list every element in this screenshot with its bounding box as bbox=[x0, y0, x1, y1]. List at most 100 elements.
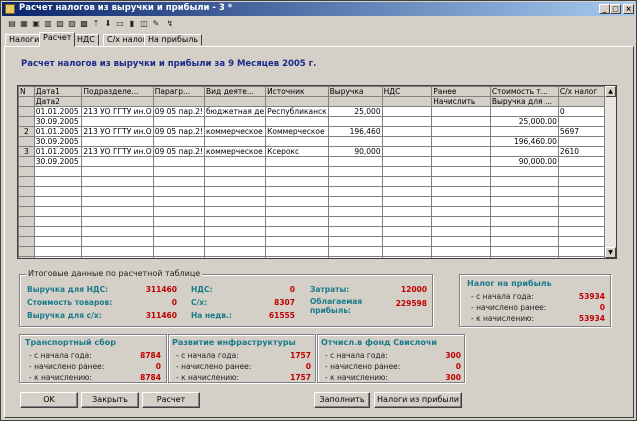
agri-revenue-value: 311460 bbox=[145, 311, 177, 320]
agri-value: 8307 bbox=[274, 298, 295, 307]
table-row[interactable]: 30.09.2005 196,460.00 bbox=[18, 136, 616, 147]
profit-ytd-value: 53934 bbox=[578, 292, 605, 301]
col-header-paragraph[interactable]: Парагр... bbox=[152, 86, 206, 97]
goods-cost-label: Стоимость товаров: bbox=[27, 298, 113, 307]
preview-icon[interactable]: ▥ bbox=[43, 18, 53, 29]
table-row[interactable]: 30.09.2005 90,000.00 bbox=[18, 156, 616, 167]
transport-ytd-value: 8784 bbox=[140, 351, 161, 360]
profit-tax-title: Налог на прибыль bbox=[467, 279, 552, 288]
table-row[interactable] bbox=[18, 206, 616, 217]
vertical-scrollbar[interactable]: ▲ ▼ bbox=[604, 86, 616, 258]
col-header-vat[interactable]: НДС bbox=[381, 86, 433, 97]
table-row[interactable] bbox=[18, 216, 616, 227]
table-row[interactable]: 2 01.01.2005 213 УО ГГТУ ин.О 09 05 пар.… bbox=[18, 126, 616, 137]
table-row[interactable] bbox=[18, 246, 616, 257]
infra-ytd-label: - с начала года: bbox=[176, 351, 239, 360]
tab-calculation[interactable]: Расчет bbox=[39, 32, 76, 47]
infra-title: Развитие инфраструктуры bbox=[172, 338, 296, 347]
nedv-label: На недв.: bbox=[191, 311, 232, 320]
costs-value: 12000 bbox=[400, 285, 427, 294]
transport-earlier-label: - начислено ранее: bbox=[29, 362, 105, 371]
fund-ytd-value: 300 bbox=[445, 351, 461, 360]
scroll-down-icon[interactable]: ▼ bbox=[605, 247, 616, 258]
table-row[interactable] bbox=[18, 236, 616, 247]
find-icon[interactable]: ✎ bbox=[151, 18, 161, 29]
transport-title: Транспортный сбор bbox=[25, 338, 116, 347]
vat-revenue-label: Выручка для НДС: bbox=[27, 285, 109, 294]
print-icon[interactable]: ▣ bbox=[31, 18, 41, 29]
table-row[interactable] bbox=[18, 166, 616, 177]
profit-earlier-label: - начислено ранее: bbox=[471, 303, 547, 312]
col-header-activity[interactable]: Вид деяте... bbox=[203, 86, 267, 97]
transport-ytd-label: - с начала года: bbox=[29, 351, 92, 360]
close-button[interactable]: Закрыть bbox=[81, 392, 139, 408]
infra-ytd-value: 1757 bbox=[290, 351, 311, 360]
col-header-revenue-for[interactable]: Выручка для ... bbox=[489, 96, 559, 107]
table-row[interactable]: 3 01.01.2005 213 УО ГГТУ ин.О 09 05 пар.… bbox=[18, 146, 616, 157]
col-header-date1[interactable]: Дата1 bbox=[33, 86, 83, 97]
table-row[interactable]: 01.01.2005 213 УО ГГТУ ин.О 09 05 пар.2!… bbox=[18, 106, 616, 117]
new-icon[interactable]: ▤ bbox=[7, 18, 17, 29]
sort-icon[interactable]: ▮ bbox=[127, 18, 137, 29]
page-title: Расчет налогов из выручки и прибыли за 9… bbox=[21, 59, 317, 69]
taxable-value: 229598 bbox=[395, 299, 427, 308]
profit-taxes-button[interactable]: Налоги из прибыли bbox=[374, 392, 462, 408]
table-row[interactable] bbox=[18, 176, 616, 187]
fund-due-label: - к начислению: bbox=[325, 373, 388, 382]
paste-icon[interactable]: ▨ bbox=[67, 18, 77, 29]
scroll-up-icon[interactable]: ▲ bbox=[605, 86, 616, 97]
infra-due-label: - к начислению: bbox=[176, 373, 239, 382]
col-header-date2[interactable]: Дата2 bbox=[33, 96, 83, 107]
col-header-revenue[interactable]: Выручка bbox=[327, 86, 383, 97]
profit-due-label: - к начислению: bbox=[471, 314, 534, 323]
table-row[interactable]: 30.09.2005 25,000.00 bbox=[18, 116, 616, 127]
ok-button[interactable]: OK bbox=[20, 392, 78, 408]
transport-due-value: 8784 bbox=[140, 373, 161, 382]
calc-grid[interactable]: N Дата1 Подразделе... Парагр... Вид деят… bbox=[17, 85, 617, 259]
table-row[interactable] bbox=[18, 196, 616, 207]
col-header-dept[interactable]: Подразделе... bbox=[81, 86, 154, 97]
minimize-button[interactable]: _ bbox=[599, 4, 610, 14]
close-icon[interactable]: × bbox=[623, 4, 634, 14]
fund-earlier-label: - начислено ранее: bbox=[325, 362, 401, 371]
table-row[interactable] bbox=[18, 186, 616, 197]
col-header-calc[interactable]: Начислить bbox=[431, 96, 491, 107]
nedv-value: 61555 bbox=[268, 311, 295, 320]
taxable-label: Облагаемая прибыль: bbox=[310, 297, 363, 315]
transport-earlier-value: 0 bbox=[155, 362, 161, 371]
fund-due-value: 300 bbox=[445, 373, 461, 382]
col-header-earlier[interactable]: Ранее bbox=[431, 86, 491, 97]
profit-ytd-label: - с начала года: bbox=[471, 292, 534, 301]
totals-title: Итоговые данные по расчетной таблице bbox=[26, 269, 203, 278]
filter-icon[interactable]: ▭ bbox=[115, 18, 125, 29]
col-header-n[interactable]: N bbox=[18, 86, 35, 97]
vat-value: 0 bbox=[289, 285, 295, 294]
table-row[interactable] bbox=[18, 256, 616, 258]
col-header-cost[interactable]: Стоимость т... bbox=[489, 86, 559, 97]
settings-icon[interactable]: ↯ bbox=[165, 18, 175, 29]
table-row[interactable] bbox=[18, 226, 616, 237]
maximize-button[interactable]: □ bbox=[610, 4, 621, 14]
tab-vat[interactable]: НДС bbox=[73, 34, 99, 46]
profit-earlier-value: 0 bbox=[599, 303, 605, 312]
fund-ytd-label: - с начала года: bbox=[325, 351, 388, 360]
copy-icon[interactable]: ▧ bbox=[55, 18, 65, 29]
fill-button[interactable]: Заполнить bbox=[314, 392, 370, 408]
vat-label: НДС: bbox=[191, 285, 213, 294]
open-icon[interactable]: ▦ bbox=[19, 18, 29, 29]
tab-taxes[interactable]: Налоги bbox=[5, 34, 44, 46]
infra-earlier-label: - начислено ранее: bbox=[176, 362, 252, 371]
refresh-icon[interactable]: ◫ bbox=[139, 18, 149, 29]
vat-revenue-value: 311460 bbox=[145, 285, 177, 294]
delete-icon[interactable]: ▩ bbox=[79, 18, 89, 29]
tab-profit[interactable]: На прибыль bbox=[144, 34, 203, 46]
fund-title: Отчисл.в фонд Свислочи bbox=[321, 338, 437, 347]
up-icon[interactable]: ⇡ bbox=[91, 18, 101, 29]
calculate-button[interactable]: Расчет bbox=[142, 392, 200, 408]
table-subheader-row: Дата2 Начислить Выручка для ... bbox=[18, 96, 616, 107]
col-header-source[interactable]: Источник bbox=[265, 86, 329, 97]
row-selector[interactable] bbox=[18, 106, 35, 117]
down-icon[interactable]: ⬇ bbox=[103, 18, 113, 29]
main-window: Расчет налогов из выручки и прибыли - 3 … bbox=[0, 0, 637, 421]
goods-cost-value: 0 bbox=[171, 298, 177, 307]
